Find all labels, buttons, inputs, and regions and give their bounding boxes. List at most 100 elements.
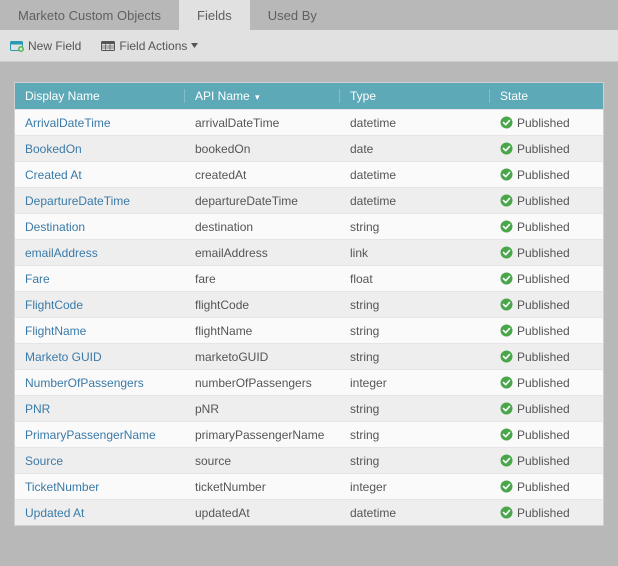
cell-api-name: updatedAt: [185, 506, 340, 520]
tab-label: Marketo Custom Objects: [18, 8, 161, 23]
check-circle-icon: [500, 428, 513, 441]
check-circle-icon: [500, 116, 513, 129]
cell-api-name: bookedOn: [185, 142, 340, 156]
new-field-button[interactable]: New Field: [10, 39, 81, 53]
table-row[interactable]: DepartureDateTimedepartureDateTimedateti…: [15, 187, 603, 213]
tab-label: Fields: [197, 8, 232, 23]
cell-type: string: [340, 324, 490, 338]
table-row[interactable]: Marketo GUIDmarketoGUIDstringPublished: [15, 343, 603, 369]
check-circle-icon: [500, 272, 513, 285]
cell-type: float: [340, 272, 490, 286]
tab-fields[interactable]: Fields: [179, 0, 250, 30]
check-circle-icon: [500, 350, 513, 363]
table-row[interactable]: DestinationdestinationstringPublished: [15, 213, 603, 239]
cell-state: Published: [490, 116, 600, 130]
cell-state: Published: [490, 428, 600, 442]
header-type[interactable]: Type: [340, 89, 490, 103]
cell-display-name: emailAddress: [15, 246, 185, 260]
new-field-icon: [10, 40, 24, 52]
cell-type: string: [340, 298, 490, 312]
table-row[interactable]: Created AtcreatedAtdatetimePublished: [15, 161, 603, 187]
cell-api-name: ticketNumber: [185, 480, 340, 494]
content-area: Display Name API Name ▾ Type State Arriv…: [0, 62, 618, 566]
cell-state: Published: [490, 142, 600, 156]
cell-type: string: [340, 220, 490, 234]
header-api-name[interactable]: API Name ▾: [185, 89, 340, 103]
cell-display-name: DepartureDateTime: [15, 194, 185, 208]
cell-state: Published: [490, 298, 600, 312]
table-row[interactable]: NumberOfPassengersnumberOfPassengersinte…: [15, 369, 603, 395]
cell-display-name: Destination: [15, 220, 185, 234]
state-label: Published: [517, 428, 570, 442]
tab-bar: Marketo Custom Objects Fields Used By: [0, 0, 618, 30]
table-row[interactable]: FlightNameflightNamestringPublished: [15, 317, 603, 343]
table-row[interactable]: emailAddressemailAddresslinkPublished: [15, 239, 603, 265]
check-circle-icon: [500, 220, 513, 233]
cell-type: string: [340, 454, 490, 468]
table-row[interactable]: PrimaryPassengerNameprimaryPassengerName…: [15, 421, 603, 447]
state-label: Published: [517, 454, 570, 468]
tab-custom-objects[interactable]: Marketo Custom Objects: [0, 0, 179, 30]
check-circle-icon: [500, 506, 513, 519]
cell-state: Published: [490, 376, 600, 390]
table-row[interactable]: FarefarefloatPublished: [15, 265, 603, 291]
cell-type: integer: [340, 480, 490, 494]
caret-down-icon: [191, 43, 198, 48]
cell-api-name: source: [185, 454, 340, 468]
toolbar: New Field Field Actions: [0, 30, 618, 62]
field-actions-label: Field Actions: [119, 39, 187, 53]
cell-api-name: fare: [185, 272, 340, 286]
cell-api-name: pNR: [185, 402, 340, 416]
cell-api-name: createdAt: [185, 168, 340, 182]
cell-state: Published: [490, 324, 600, 338]
table-body: ArrivalDateTimearrivalDateTimedatetimePu…: [15, 109, 603, 525]
cell-display-name: ArrivalDateTime: [15, 116, 185, 130]
header-state[interactable]: State: [490, 89, 600, 103]
cell-api-name: destination: [185, 220, 340, 234]
cell-type: datetime: [340, 194, 490, 208]
cell-api-name: primaryPassengerName: [185, 428, 340, 442]
table-row[interactable]: BookedOnbookedOndatePublished: [15, 135, 603, 161]
cell-display-name: PNR: [15, 402, 185, 416]
cell-display-name: PrimaryPassengerName: [15, 428, 185, 442]
cell-display-name: BookedOn: [15, 142, 185, 156]
cell-state: Published: [490, 350, 600, 364]
state-label: Published: [517, 324, 570, 338]
cell-type: datetime: [340, 116, 490, 130]
cell-display-name: NumberOfPassengers: [15, 376, 185, 390]
header-display-name[interactable]: Display Name: [15, 89, 185, 103]
cell-state: Published: [490, 454, 600, 468]
tab-label: Used By: [268, 8, 317, 23]
cell-display-name: TicketNumber: [15, 480, 185, 494]
table-header-row: Display Name API Name ▾ Type State: [15, 83, 603, 109]
sort-indicator-icon: ▾: [255, 92, 260, 102]
table-row[interactable]: FlightCodeflightCodestringPublished: [15, 291, 603, 317]
table-row[interactable]: SourcesourcestringPublished: [15, 447, 603, 473]
check-circle-icon: [500, 142, 513, 155]
cell-api-name: departureDateTime: [185, 194, 340, 208]
table-row[interactable]: ArrivalDateTimearrivalDateTimedatetimePu…: [15, 109, 603, 135]
field-actions-button[interactable]: Field Actions: [101, 39, 198, 53]
table-row[interactable]: Updated AtupdatedAtdatetimePublished: [15, 499, 603, 525]
state-label: Published: [517, 298, 570, 312]
state-label: Published: [517, 506, 570, 520]
state-label: Published: [517, 194, 570, 208]
cell-api-name: emailAddress: [185, 246, 340, 260]
cell-state: Published: [490, 246, 600, 260]
cell-type: link: [340, 246, 490, 260]
tab-used-by[interactable]: Used By: [250, 0, 335, 30]
cell-state: Published: [490, 480, 600, 494]
cell-type: string: [340, 350, 490, 364]
cell-api-name: flightCode: [185, 298, 340, 312]
cell-type: integer: [340, 376, 490, 390]
check-circle-icon: [500, 324, 513, 337]
state-label: Published: [517, 402, 570, 416]
check-circle-icon: [500, 168, 513, 181]
table-row[interactable]: PNRpNRstringPublished: [15, 395, 603, 421]
cell-api-name: flightName: [185, 324, 340, 338]
cell-display-name: Updated At: [15, 506, 185, 520]
check-circle-icon: [500, 376, 513, 389]
state-label: Published: [517, 246, 570, 260]
state-label: Published: [517, 116, 570, 130]
table-row[interactable]: TicketNumberticketNumberintegerPublished: [15, 473, 603, 499]
